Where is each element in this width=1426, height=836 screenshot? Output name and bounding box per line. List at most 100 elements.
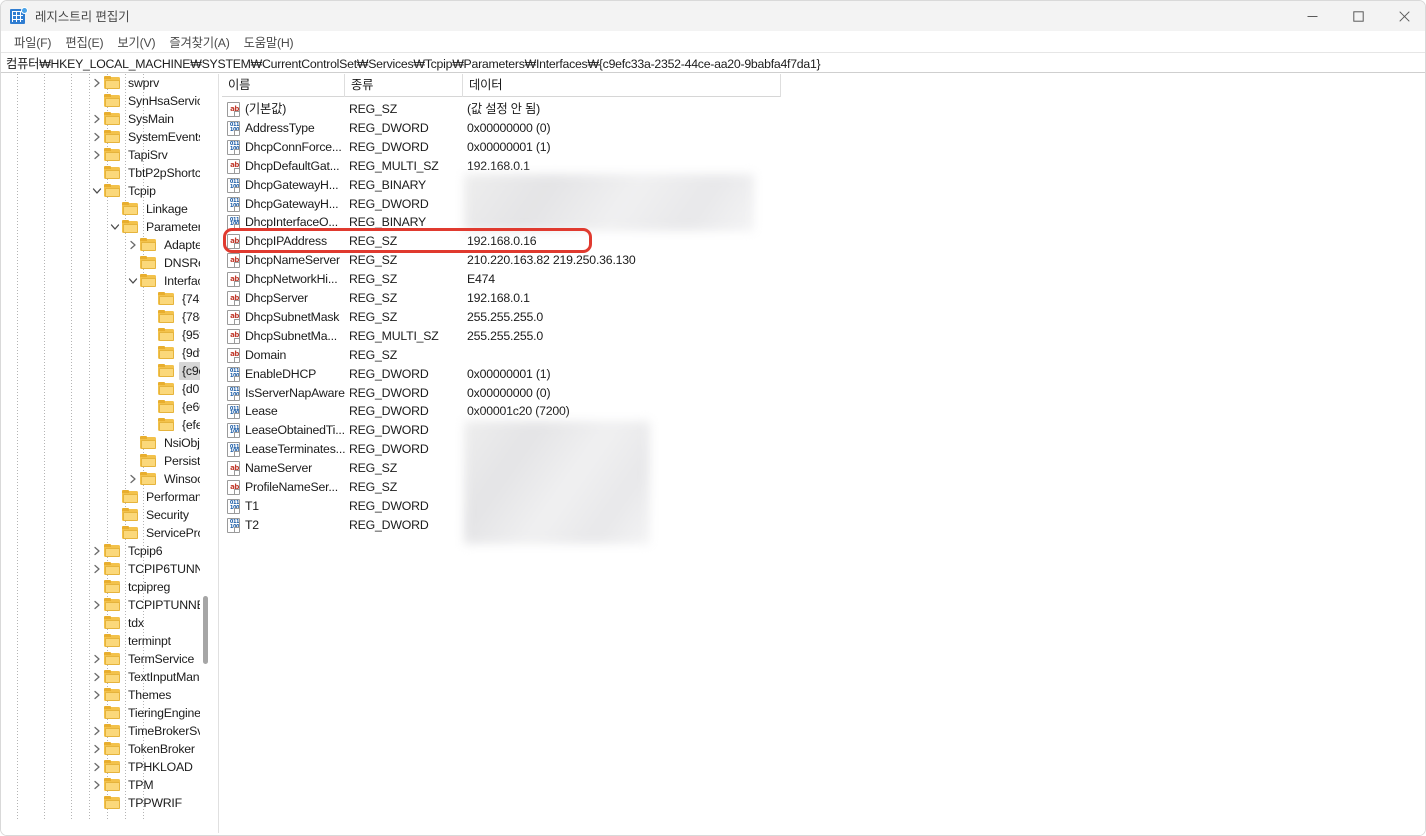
tree-item[interactable]: tdx [1,614,147,632]
value-row[interactable]: 011100 Lease REG_DWORD 0x00001c20 (7200) [222,402,1425,421]
value-row[interactable]: ab ProfileNameSer... REG_SZ [222,478,1425,497]
tree-item[interactable]: TextInputMan [1,668,202,686]
tree-vertical-scroll-thumb[interactable] [203,596,208,664]
tree-item[interactable]: SynHsaService [1,92,207,110]
tree-item[interactable]: Parameters [1,218,207,236]
tree-item-selected[interactable]: {c9ef [1,362,207,380]
chevron-right-icon[interactable] [125,236,140,254]
tree-item[interactable]: TieringEngineS [1,704,207,722]
chevron-down-icon[interactable] [107,218,122,236]
registry-tree[interactable]: swprv SynHsaService SysMain SystemEventsI Ta… [1,74,207,819]
tree-item[interactable]: ServiceProv [1,524,207,542]
chevron-right-icon[interactable] [89,128,104,146]
value-row[interactable]: 011100 DhcpGatewayH... REG_DWORD [222,195,1425,214]
value-row[interactable]: ab Domain REG_SZ [222,346,1425,365]
value-row[interactable]: ab DhcpServer REG_SZ 192.168.0.1 [222,289,1425,308]
tree-item[interactable]: Themes [1,686,174,704]
chevron-right-icon[interactable] [125,470,140,488]
tree-item[interactable]: tcpipreg [1,578,173,596]
menu-view[interactable]: 보기(V) [110,31,162,53]
value-row[interactable]: ab DhcpDefaultGat... REG_MULTI_SZ 192.168.0… [222,157,1425,176]
chevron-right-icon[interactable] [89,722,104,740]
chevron-right-icon[interactable] [89,650,104,668]
tree-item[interactable]: swprv [1,74,162,92]
menu-file[interactable]: 파일(F) [7,31,58,53]
tree-item[interactable]: NsiObje [1,434,207,452]
value-row[interactable]: 011100 LeaseTerminates...REG_DWORD [222,440,1425,459]
minimize-icon[interactable] [1289,1,1335,31]
tree-item[interactable]: Tcpip [1,182,159,200]
tree-item[interactable]: TCPIPTUNNEL [1,596,207,614]
chevron-right-icon[interactable] [89,686,104,704]
tree-item[interactable]: TbtP2pShortcu [1,164,207,182]
tree-item[interactable]: TermService [1,650,197,668]
chevron-right-icon[interactable] [89,110,104,128]
tree-item[interactable]: SystemEventsI [1,128,207,146]
value-row[interactable]: ab DhcpNameServer REG_SZ 210.220.163.82 219… [222,251,1425,270]
value-row[interactable]: 011100 EnableDHCP REG_DWORD 0x00000001 (1) [222,365,1425,384]
value-row[interactable]: 011100 DhcpConnForce... REG_DWORD 0x0000000… [222,138,1425,157]
tree-item[interactable]: {efe5 [1,416,207,434]
tree-item[interactable]: Linkage [1,200,191,218]
tree-item[interactable]: {78d [1,308,207,326]
tree-item[interactable]: {95f7 [1,326,207,344]
tree-item[interactable]: Tcpip6 [1,542,165,560]
value-row[interactable]: ab NameServer REG_SZ [222,459,1425,478]
menu-edit[interactable]: 편집(E) [58,31,110,53]
column-header-type[interactable]: 종류 [345,74,463,97]
tree-item[interactable]: TPHKLOAD [1,758,196,776]
tree-item[interactable]: Interface [1,272,207,290]
address-bar[interactable]: 컴퓨터₩HKEY_LOCAL_MACHINE₩SYSTEM₩CurrentCon… [1,52,1425,73]
tree-item[interactable]: TapiSrv [1,146,171,164]
value-row[interactable]: 011100 LeaseObtainedTi... REG_DWORD [222,421,1425,440]
tree-item[interactable]: {d01 [1,380,207,398]
column-header-name[interactable]: 이름 [222,74,345,97]
tree-item[interactable]: {e60 [1,398,207,416]
value-row[interactable]: 011100 DhcpInterfaceO... REG_BINARY [222,213,1425,232]
tree-item[interactable]: TPPWRIF [1,794,185,812]
tree-item[interactable]: {9dfe [1,344,207,362]
tree-item[interactable]: Security [1,506,192,524]
tree-item[interactable]: TCPIP6TUNNE [1,560,207,578]
chevron-down-icon[interactable] [89,182,104,200]
value-row[interactable]: ab (기본값) REG_SZ (값 설정 안 됨) [222,100,1425,119]
menu-help[interactable]: 도움말(H) [237,31,301,53]
registry-tree-pane[interactable]: swprv SynHsaService SysMain SystemEventsI Ta… [1,74,219,819]
chevron-right-icon[interactable] [89,758,104,776]
registry-values-pane[interactable]: 이름 종류 데이터 ab (기본값) REG_SZ (값 설정 안 됨) 011100 A… [222,74,1425,835]
tree-item[interactable]: TimeBrokerSv [1,722,206,740]
value-row[interactable]: 011100 T1 REG_DWORD [222,497,1425,516]
tree-item[interactable]: Persister [1,452,207,470]
value-row[interactable]: ab DhcpSubnetMask REG_SZ 255.255.255.0 [222,308,1425,327]
tree-item[interactable]: SysMain [1,110,177,128]
tree-item[interactable]: Adapter [1,236,207,254]
chevron-right-icon[interactable] [89,776,104,794]
chevron-right-icon[interactable] [89,74,104,92]
menu-favorites[interactable]: 즐겨찾기(A) [162,31,236,53]
tree-item[interactable]: TPM [1,776,156,794]
column-header-data[interactable]: 데이터 [463,74,781,97]
value-row-highlighted[interactable]: ab DhcpIPAddress REG_SZ 192.168.0.16 [222,232,1425,251]
tree-item[interactable]: terminpt [1,632,174,650]
chevron-right-icon[interactable] [89,596,104,614]
value-row[interactable]: 011100 T2 REG_DWORD [222,516,1425,535]
chevron-right-icon[interactable] [89,560,104,578]
value-row[interactable]: 011100 AddressType REG_DWORD 0x00000000 (0) [222,119,1425,138]
value-row[interactable]: ab DhcpSubnetMa... REG_MULTI_SZ 255.255.255… [222,327,1425,346]
tree-item[interactable]: {745 [1,290,207,308]
tree-vertical-scrollbar[interactable] [200,74,212,819]
chevron-right-icon[interactable] [89,542,104,560]
tree-item[interactable]: Winsock [1,470,207,488]
maximize-icon[interactable] [1335,1,1381,31]
tree-item[interactable]: TokenBroker [1,740,198,758]
close-icon[interactable] [1381,1,1425,31]
tree-item[interactable]: Performanc [1,488,207,506]
value-row[interactable]: 011100 IsServerNapAware REG_DWORD 0x0000000… [222,384,1425,403]
value-row[interactable]: 011100 DhcpGatewayH... REG_BINARY [222,176,1425,195]
chevron-down-icon[interactable] [125,272,140,290]
value-row[interactable]: ab DhcpNetworkHi... REG_SZ E474 [222,270,1425,289]
tree-item[interactable]: DNSReg [1,254,207,272]
chevron-right-icon[interactable] [89,740,104,758]
chevron-right-icon[interactable] [89,668,104,686]
chevron-right-icon[interactable] [89,146,104,164]
